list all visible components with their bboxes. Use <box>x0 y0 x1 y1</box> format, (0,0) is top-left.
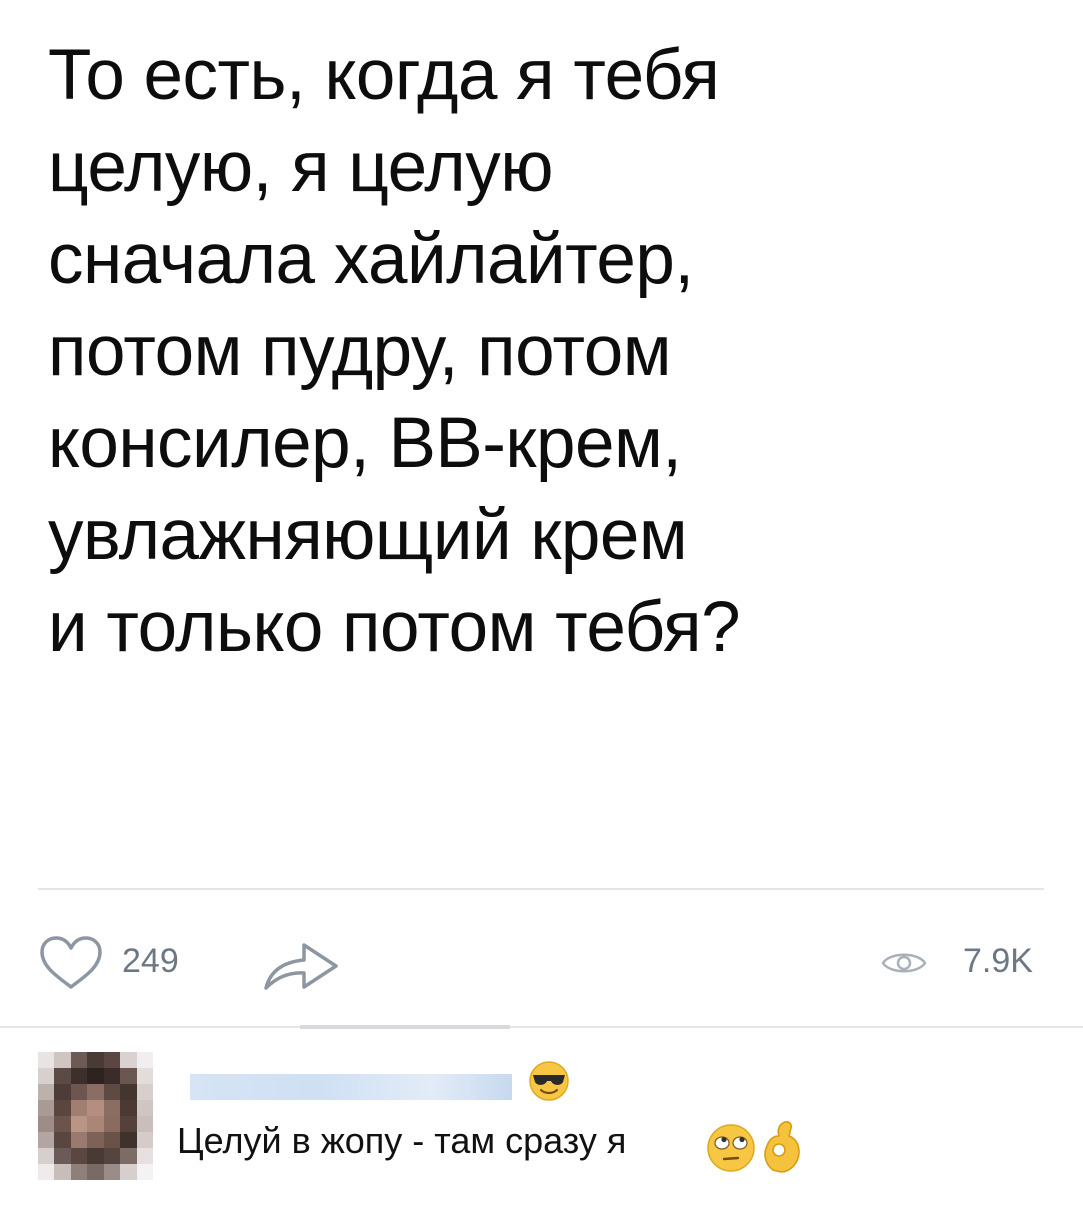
avatar-pixel <box>54 1116 72 1133</box>
avatar-pixel <box>87 1116 105 1133</box>
avatar-pixel <box>38 1100 55 1117</box>
avatar-pixel <box>120 1100 138 1117</box>
avatar-pixel <box>136 1164 153 1180</box>
avatar-pixel <box>136 1052 153 1069</box>
avatar-pixel <box>103 1100 121 1117</box>
avatar-pixel <box>38 1132 55 1149</box>
avatar-pixel <box>38 1068 55 1085</box>
avatar-pixel <box>70 1084 88 1101</box>
avatar-pixel <box>103 1132 121 1149</box>
avatar-pixel <box>87 1084 105 1101</box>
avatar-pixel <box>54 1132 72 1149</box>
avatar-pixel <box>70 1116 88 1133</box>
avatar-pixel <box>87 1148 105 1165</box>
avatar-pixel <box>70 1148 88 1165</box>
avatar-pixel <box>120 1052 138 1069</box>
post-text-line: и только потом тебя? <box>48 588 741 667</box>
avatar-pixel <box>70 1100 88 1117</box>
avatar-pixel <box>120 1132 138 1149</box>
sunglasses-emoji-icon <box>529 1061 569 1101</box>
comment-text: Целуй в жопу - там сразу я <box>177 1120 627 1161</box>
avatar-pixel <box>87 1164 105 1180</box>
views-count: 7.9K <box>963 942 1033 980</box>
avatar-pixel <box>70 1068 88 1085</box>
avatar[interactable] <box>38 1052 153 1180</box>
avatar-pixel <box>54 1052 72 1069</box>
avatar-pixel <box>87 1068 105 1085</box>
avatar-pixel <box>87 1052 105 1069</box>
avatar-pixel <box>87 1132 105 1149</box>
post-text: То есть, когда я тебя целую, я целую сна… <box>48 30 1048 674</box>
post-text-line: консилер, ВВ-крем, <box>48 404 682 483</box>
avatar-pixel <box>87 1100 105 1117</box>
avatar-pixel <box>103 1116 121 1133</box>
avatar-pixel <box>38 1052 55 1069</box>
comment-emojis <box>705 1121 815 1173</box>
avatar-pixel <box>38 1148 55 1165</box>
post-text-line: увлажняющий крем <box>48 496 688 575</box>
avatar-pixel <box>136 1116 153 1133</box>
heart-outline-icon[interactable] <box>38 935 104 991</box>
ok-hand-emoji-icon <box>764 1121 800 1173</box>
avatar-pixel <box>136 1148 153 1165</box>
eye-icon <box>881 953 927 973</box>
avatar-pixel <box>54 1068 72 1085</box>
avatar-pixel <box>136 1084 153 1101</box>
avatar-pixel <box>120 1164 138 1180</box>
post-text-line: целую, я целую <box>48 128 553 207</box>
post-actions-bar: 249 7.9K <box>0 920 1083 1000</box>
comment-item: Целуй в жопу - там сразу я <box>0 1030 1083 1215</box>
avatar-pixel <box>54 1084 72 1101</box>
post-text-line: потом пудру, потом <box>48 312 672 391</box>
avatar-pixel <box>54 1148 72 1165</box>
avatar-pixel <box>38 1116 55 1133</box>
comments-divider <box>0 1026 1083 1028</box>
avatar-pixel <box>120 1084 138 1101</box>
avatar-pixel <box>38 1164 55 1180</box>
avatar-pixel <box>120 1148 138 1165</box>
avatar-pixel <box>103 1148 121 1165</box>
avatar-pixel <box>136 1068 153 1085</box>
avatar-pixel <box>70 1164 88 1180</box>
share-arrow-icon[interactable] <box>262 936 340 992</box>
avatar-pixel <box>70 1132 88 1149</box>
comments-divider-accent <box>300 1025 510 1029</box>
post-text-line: То есть, когда я тебя <box>48 36 720 115</box>
avatar-pixel <box>103 1052 121 1069</box>
avatar-pixel <box>136 1100 153 1117</box>
avatar-pixel <box>136 1132 153 1149</box>
author-name-redacted[interactable] <box>190 1074 512 1100</box>
avatar-pixel <box>103 1164 121 1180</box>
avatar-pixel <box>120 1116 138 1133</box>
avatar-pixel <box>54 1100 72 1117</box>
post-text-line: сначала хайлайтер, <box>48 220 694 299</box>
post-divider <box>38 888 1044 890</box>
avatar-pixel <box>120 1068 138 1085</box>
avatar-pixel <box>103 1084 121 1101</box>
avatar-pixel <box>103 1068 121 1085</box>
avatar-pixel <box>70 1052 88 1069</box>
rolling-eyes-emoji-icon <box>707 1124 755 1172</box>
avatar-pixel <box>54 1164 72 1180</box>
like-count: 249 <box>122 942 179 980</box>
avatar-pixel <box>38 1084 55 1101</box>
